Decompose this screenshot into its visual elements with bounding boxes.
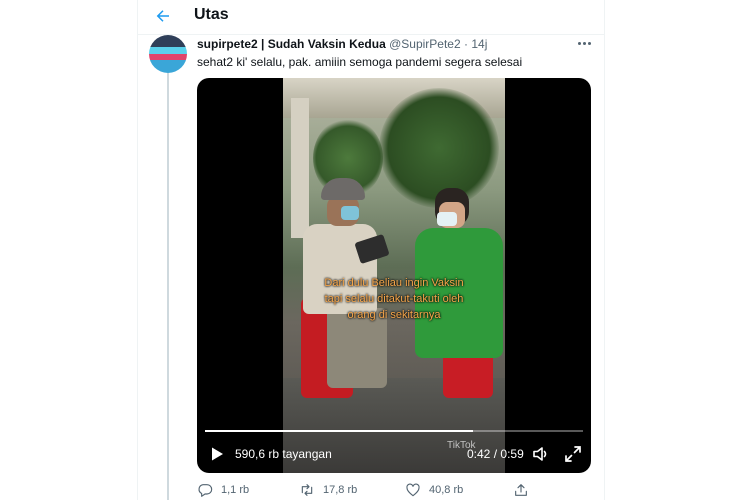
- like-count: 40,8 rb: [429, 484, 464, 496]
- share-icon: [515, 484, 527, 496]
- retweet-button[interactable]: 17,8 rb: [299, 481, 357, 499]
- retweet-icon: [301, 484, 313, 496]
- avatar[interactable]: [149, 35, 187, 73]
- share-button[interactable]: [513, 481, 529, 499]
- more-button[interactable]: [574, 36, 594, 50]
- author-handle[interactable]: @SupirPete2: [389, 37, 461, 51]
- retweet-count: 17,8 rb: [323, 484, 358, 496]
- column-border-right: [604, 0, 605, 500]
- caption-line: orang di sekitarnya: [347, 309, 441, 321]
- video-caption: Dari dulu Beliau ingin Vaksin tapi selal…: [283, 275, 505, 323]
- thread-line: [167, 73, 169, 500]
- video-time: 0:42 / 0:59: [467, 447, 524, 461]
- video-progress-fill: [205, 430, 474, 432]
- page-title: Utas: [194, 6, 229, 23]
- current-time: 0:42: [467, 447, 491, 461]
- fullscreen-icon: [565, 446, 581, 462]
- separator-dot: ·: [464, 37, 468, 51]
- author-name[interactable]: supirpete2 | Sudah Vaksin Kedua: [197, 37, 386, 51]
- volume-icon: [533, 447, 547, 461]
- tweet-text: sehat2 ki' selalu, pak. amiiin semoga pa…: [197, 55, 523, 69]
- tweet-header: supirpete2 | Sudah Vaksin Kedua @SupirPe…: [197, 37, 577, 51]
- back-button[interactable]: [152, 5, 174, 27]
- caption-line: Dari dulu Beliau ingin Vaksin: [324, 277, 464, 289]
- play-icon: [212, 447, 223, 461]
- caption-line: tapi selalu ditakut-takuti oleh: [324, 293, 464, 305]
- arrow-left-icon: [156, 10, 169, 22]
- like-button[interactable]: 40,8 rb: [405, 481, 463, 499]
- tweet-actions: 1,1 rb 17,8 rb 40,8 rb: [193, 481, 593, 499]
- tweet-time[interactable]: 14j: [471, 37, 487, 51]
- heart-icon: [406, 483, 420, 497]
- reply-count: 1,1 rb: [221, 484, 250, 496]
- video-player[interactable]: Dari dulu Beliau ingin Vaksin tapi selal…: [197, 78, 591, 473]
- time-separator: /: [493, 447, 498, 461]
- video-progress-bar[interactable]: [205, 430, 583, 432]
- view-count: 590,6 rb tayangan: [235, 447, 332, 461]
- duration: 0:59: [500, 447, 524, 461]
- play-button[interactable]: [209, 446, 225, 462]
- thread-header: Utas: [138, 0, 604, 35]
- volume-button[interactable]: [531, 444, 551, 464]
- reply-button[interactable]: 1,1 rb: [197, 481, 249, 499]
- reply-icon: [198, 484, 213, 497]
- more-horizontal-icon: [577, 41, 581, 45]
- fullscreen-button[interactable]: [563, 444, 583, 464]
- column-border-left: [137, 0, 138, 500]
